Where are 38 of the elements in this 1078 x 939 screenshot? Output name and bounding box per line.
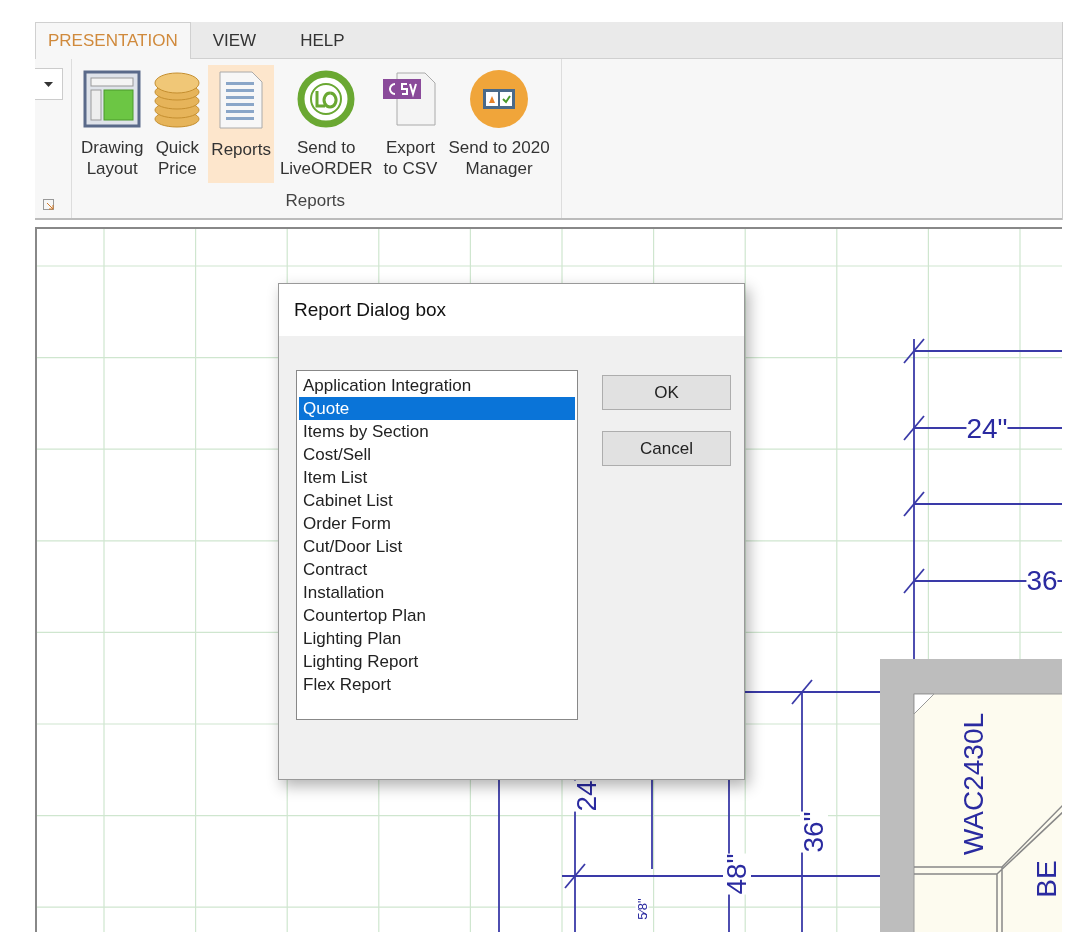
manager-badge-icon <box>469 69 530 129</box>
report-document-icon <box>218 70 265 130</box>
cancel-button[interactable]: Cancel <box>602 431 731 466</box>
list-item[interactable]: Lighting Plan <box>299 627 575 650</box>
list-item[interactable]: Cost/Sell <box>299 443 575 466</box>
ribbon-tab[interactable]: VIEW <box>190 22 279 59</box>
list-item[interactable]: Cabinet List <box>299 489 575 512</box>
coin-stack-icon <box>152 69 203 129</box>
ribbon-tab[interactable]: HELP <box>278 22 367 59</box>
list-item[interactable]: Item List <box>299 466 575 489</box>
report-list[interactable]: Application Integration Quote Items by Section Cost/Sell Item List Cabinet List Order Form Cut/Door List Contract Installation Countertop Plan Lighting Plan Lighting Report Flex Report <box>296 370 578 720</box>
dialog-title: Report Dialog box <box>279 284 744 336</box>
layout-icon <box>83 70 142 128</box>
ok-button[interactable]: OK <box>602 375 731 410</box>
list-item[interactable]: Quote <box>299 397 575 420</box>
list-item[interactable]: Order Form <box>299 512 575 535</box>
caret-icon <box>44 81 53 87</box>
dialog-launcher-icon[interactable] <box>43 199 54 210</box>
group-label: Reports <box>285 191 346 211</box>
dimension-label: 5⁄8" <box>635 898 649 920</box>
dimension-label: 36" <box>800 811 828 853</box>
dimension-label: 48" <box>723 853 751 895</box>
list-item[interactable]: Countertop Plan <box>299 604 575 627</box>
ribbon-button[interactable]: Export to CSV <box>378 65 443 183</box>
ribbon-button[interactable]: Drawing Layout <box>78 65 147 183</box>
list-item[interactable]: Items by Section <box>299 420 575 443</box>
ribbon-button[interactable]: Send to LiveORDER <box>276 65 376 183</box>
ribbon-button[interactable]: Quick Price <box>149 65 206 183</box>
list-item[interactable]: Installation <box>299 581 575 604</box>
lo-circle-icon <box>297 70 356 128</box>
list-item[interactable]: Flex Report <box>299 673 575 696</box>
list-item[interactable]: Application Integration <box>299 374 575 397</box>
list-item[interactable]: Lighting Report <box>299 650 575 673</box>
list-item[interactable]: Cut/Door List <box>299 535 575 558</box>
ribbon-button[interactable]: Send to 2020 Manager <box>445 65 553 183</box>
list-item[interactable]: Contract <box>299 558 575 581</box>
ribbon-button[interactable]: Reports <box>208 65 274 183</box>
dropdown-field[interactable] <box>35 68 63 100</box>
